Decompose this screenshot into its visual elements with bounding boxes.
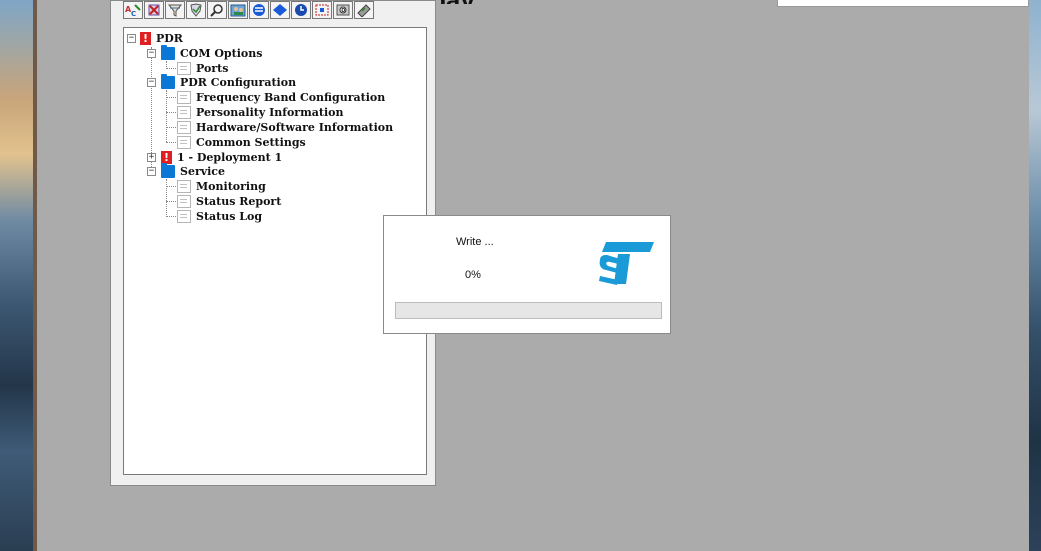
tree-item-pdr-configuration[interactable]: PDR Configuration [161,74,297,90]
page-icon [177,121,191,134]
stack-icon [253,4,265,16]
tree-item-label: PDR [156,32,183,45]
page-icon [177,180,191,193]
erase-icon [148,4,160,16]
toolbar: AC D [123,1,374,19]
toolbar-button-search[interactable] [207,1,227,19]
tree-item-pdr[interactable]: ! PDR [140,31,183,46]
toolbar-button-funnel[interactable] [165,1,185,19]
page-icon [177,91,191,104]
tree-item-label: Monitoring [196,180,266,193]
folder-icon [161,74,175,89]
tree-item-monitoring[interactable]: Monitoring [177,179,266,194]
tree-item-personality[interactable]: Personality Information [177,105,343,120]
funnel-icon [167,4,183,17]
tree-item-service[interactable]: Service [161,163,226,179]
tree-expander-deployment[interactable]: + [147,153,156,162]
svg-text:C: C [131,10,136,17]
tree-item-label: COM Options [180,47,263,60]
tree-expander-com-options[interactable]: − [147,49,156,58]
tree-item-label: Status Log [196,210,263,223]
tree-item-label: Personality Information [196,106,344,119]
toolbar-button-chip[interactable] [354,1,374,19]
alert-icon: ! [140,32,151,45]
tree-item-deployment[interactable]: ! 1 - Deployment 1 [161,150,282,165]
magnifier-icon [210,4,223,17]
shield-icon [190,3,202,17]
toolbar-button-clock[interactable] [291,1,311,19]
desktop-wallpaper-right [1029,0,1041,551]
clock-icon [295,4,307,16]
tree-item-label: Frequency Band Configuration [196,91,386,104]
tree-item-status-log[interactable]: Status Log [177,209,262,224]
bracket-icon [315,4,329,16]
folder-icon [161,163,175,178]
company-logo-icon [599,242,654,285]
page-icon [177,195,191,208]
page-icon [177,106,191,119]
navigation-tree: − ! PDR − COM Options Ports − PDR Config… [123,27,427,475]
tree-item-label: Service [180,165,226,178]
page-icon [177,62,191,75]
toolbar-button-abc[interactable]: AC [123,1,143,19]
background-window-edge [777,0,1029,7]
tree-connector [166,179,167,217]
toolbar-button-stack[interactable] [249,1,269,19]
folder-icon [161,45,175,60]
tree-item-label: PDR Configuration [180,76,297,89]
progress-dialog: Write ... 0% [383,215,671,334]
tree-expander-service[interactable]: − [147,167,156,176]
tree-item-label: Hardware/Software Information [196,121,394,134]
page-icon [177,136,191,149]
tree-item-label: Common Settings [196,136,306,149]
tree-item-com-options[interactable]: COM Options [161,45,263,61]
toolbar-button-shield[interactable] [186,1,206,19]
toolbar-button-users[interactable] [228,1,248,19]
background-window-title: pay [430,0,475,4]
tree-item-label: Ports [196,62,229,75]
svg-text:D: D [341,8,345,14]
progress-percent-text: 0% [465,269,481,281]
tree-item-status-report[interactable]: Status Report [177,194,281,209]
toolbar-button-erase[interactable] [144,1,164,19]
abc-icon: AC [125,4,141,17]
device-icon: D [336,4,350,16]
desktop-wallpaper-left [0,0,37,551]
chip-icon [357,4,371,17]
tree-expander-pdr[interactable]: − [127,34,136,43]
tree-item-ports[interactable]: Ports [177,61,228,76]
tree-item-common-settings[interactable]: Common Settings [177,135,306,150]
people-icon [230,4,246,17]
tree-expander-pdr-configuration[interactable]: − [147,78,156,87]
page-icon [177,210,191,223]
tree-item-frequency-band[interactable]: Frequency Band Configuration [177,90,385,105]
toolbar-button-bracket[interactable] [312,1,332,19]
toolbar-button-diamond[interactable] [270,1,290,19]
tree-item-label: 1 - Deployment 1 [177,151,283,164]
progress-status-text: Write ... [456,236,494,248]
progress-bar [395,302,662,319]
toolbar-button-device[interactable]: D [333,1,353,19]
tree-item-label: Status Report [196,195,282,208]
diamond-icon [273,4,287,16]
tree-item-hw-sw[interactable]: Hardware/Software Information [177,120,393,135]
